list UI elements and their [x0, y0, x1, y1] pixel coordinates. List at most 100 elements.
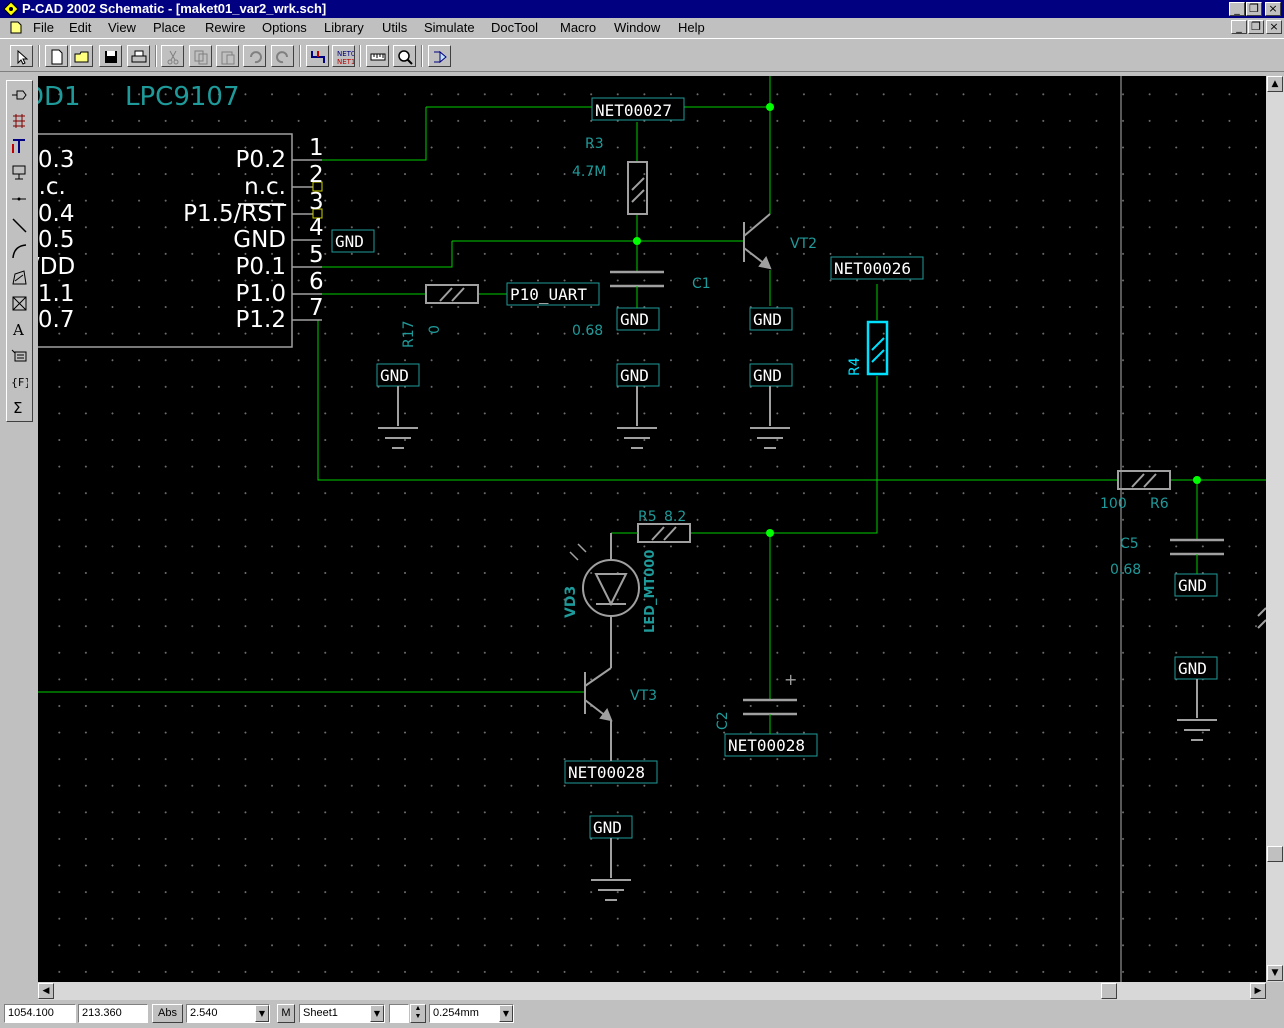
net-label-p10-uart[interactable]: P10_UART	[506, 282, 600, 306]
place-line-button[interactable]	[9, 214, 30, 237]
line-width-spinner[interactable]: ▲ ▼	[410, 1004, 426, 1023]
place-sum-button[interactable]: Σ	[9, 396, 30, 419]
net-label-gnd[interactable]: GND	[616, 363, 660, 387]
menu-window[interactable]: Window	[614, 20, 660, 35]
scroll-down-button[interactable]: ▼	[1267, 965, 1283, 981]
capacitor-c5[interactable]: C5 0.68	[1110, 536, 1224, 578]
zoom-button[interactable]	[393, 45, 416, 67]
menu-options[interactable]: Options	[262, 20, 307, 35]
place-wire-tool-button[interactable]	[9, 135, 30, 158]
transistor-vt2[interactable]: VT2	[743, 213, 817, 270]
net-label-gnd[interactable]: GND	[1174, 656, 1218, 680]
place-pin-button[interactable]	[9, 84, 30, 107]
net-label-gnd[interactable]: GND	[589, 815, 633, 839]
net-label-gnd[interactable]: GND	[616, 307, 660, 331]
menu-utils[interactable]: Utils	[382, 20, 407, 35]
undo-button[interactable]	[243, 45, 266, 67]
menu-rewire[interactable]: Rewire	[205, 20, 245, 35]
doc-close-button[interactable]: ×	[1266, 20, 1282, 34]
copy-button[interactable]	[189, 45, 212, 67]
sheet-select[interactable]: Sheet1 ▼	[299, 1004, 385, 1023]
scroll-up-button[interactable]: ▲	[1267, 76, 1283, 92]
ic-dd1[interactable]: DD1 LPC9107 P0.3 n.c. P0.4 P0.5 VDD P1.1…	[38, 82, 324, 348]
resistor-r4[interactable]: R4	[847, 320, 889, 376]
place-field-box-button[interactable]	[9, 292, 30, 315]
net-label-button[interactable]: NET0 NET1	[332, 45, 355, 67]
place-wire-icon	[311, 51, 325, 63]
doc-restore-button[interactable]: ❐	[1248, 20, 1264, 34]
scroll-right-button[interactable]: ▶	[1250, 983, 1266, 999]
led-vd3[interactable]: VD3 LED_MT000	[563, 533, 658, 668]
menu-view[interactable]: View	[108, 20, 136, 35]
net-label-net00028-c2[interactable]: NET00028	[724, 733, 818, 757]
new-button[interactable]	[45, 45, 68, 67]
cut-button[interactable]	[161, 45, 184, 67]
x-coordinate-field[interactable]: 1054.100	[4, 1004, 76, 1023]
place-part-button[interactable]	[9, 110, 30, 133]
schematic-canvas[interactable]: DD1 LPC9107 P0.3 n.c. P0.4 P0.5 VDD P1.1…	[38, 76, 1266, 982]
open-button[interactable]	[70, 45, 93, 67]
minimize-button[interactable]: _	[1229, 2, 1245, 16]
net-label-gnd[interactable]: GND	[749, 363, 793, 387]
resistor-r6[interactable]: 100 R6	[1100, 470, 1171, 512]
net-label-gnd[interactable]: GND	[749, 307, 793, 331]
sheet-dropdown-arrow[interactable]: ▼	[370, 1005, 384, 1022]
vertical-scroll-thumb[interactable]	[1267, 846, 1283, 862]
line-width-dropdown-arrow[interactable]: ▼	[499, 1005, 513, 1022]
ic-left-pin-label: n.c.	[38, 174, 66, 200]
net-label-gnd[interactable]: GND	[376, 363, 420, 387]
scroll-left-button[interactable]: ◀	[38, 983, 54, 999]
svg-text:GND: GND	[753, 310, 782, 329]
vertical-scrollbar[interactable]: ▲ ▼	[1266, 76, 1284, 982]
transistor-vt3[interactable]: VT3	[584, 667, 657, 761]
grid-dropdown-arrow[interactable]: ▼	[255, 1005, 269, 1022]
menu-file[interactable]: File	[33, 20, 54, 35]
menu-macro[interactable]: Macro	[560, 20, 596, 35]
net-label-net00028-vt3[interactable]: NET00028	[564, 760, 658, 784]
menu-place[interactable]: Place	[153, 20, 186, 35]
redo-button[interactable]	[271, 45, 294, 67]
net-label-net00026[interactable]: NET00026	[830, 256, 924, 280]
m-button[interactable]: M	[277, 1004, 295, 1023]
place-attribute-button[interactable]	[9, 344, 30, 367]
capacitor-c2[interactable]: + C2	[715, 670, 797, 734]
c2-refdes: C2	[715, 711, 731, 730]
place-text-button[interactable]: A	[9, 318, 30, 341]
place-port-button[interactable]	[9, 188, 30, 211]
select-button[interactable]	[10, 45, 33, 67]
close-button[interactable]: ×	[1265, 2, 1281, 16]
svg-text:NET00028: NET00028	[568, 763, 645, 782]
svg-text:NET00026: NET00026	[834, 259, 911, 278]
menu-simulate[interactable]: Simulate	[424, 20, 475, 35]
place-field-button[interactable]: {F}	[9, 370, 30, 393]
cut-icon	[167, 50, 179, 65]
menu-library[interactable]: Library	[324, 20, 364, 35]
abs-button[interactable]: Abs	[152, 1004, 183, 1023]
horizontal-scrollbar[interactable]: ◀ ▶	[38, 982, 1266, 1000]
paste-button[interactable]	[216, 45, 239, 67]
place-arc-button[interactable]	[9, 240, 30, 263]
color-swatch[interactable]	[389, 1004, 409, 1023]
place-wire-button[interactable]	[306, 45, 329, 67]
resistor-r3[interactable]: R3 4.7M	[572, 136, 648, 215]
grid-select[interactable]: 2.540 ▼	[186, 1004, 270, 1023]
resistor-r5[interactable]: R5 8.2	[611, 509, 691, 543]
print-button[interactable]	[127, 45, 150, 67]
y-coordinate-field[interactable]: 213.360	[78, 1004, 148, 1023]
line-width-select[interactable]: 0.254mm ▼	[429, 1004, 514, 1023]
ruler-button[interactable]	[366, 45, 389, 67]
place-bus-button[interactable]	[9, 161, 30, 184]
net-label-gnd-chip[interactable]: GND	[331, 229, 375, 253]
ic-right-pin-label: P0.2	[236, 147, 286, 173]
restore-button[interactable]: ❐	[1246, 2, 1262, 16]
simulate-button[interactable]	[428, 45, 451, 67]
net-label-gnd[interactable]: GND	[1174, 573, 1218, 597]
place-polygon-button[interactable]	[9, 266, 30, 289]
menu-help[interactable]: Help	[678, 20, 705, 35]
save-button[interactable]	[99, 45, 122, 67]
menu-edit[interactable]: Edit	[69, 20, 91, 35]
horizontal-scroll-thumb[interactable]	[1101, 983, 1117, 999]
net-label-net00027[interactable]: NET00027	[591, 97, 685, 121]
menu-doctool[interactable]: DocTool	[491, 20, 538, 35]
doc-minimize-button[interactable]: _	[1231, 20, 1247, 34]
